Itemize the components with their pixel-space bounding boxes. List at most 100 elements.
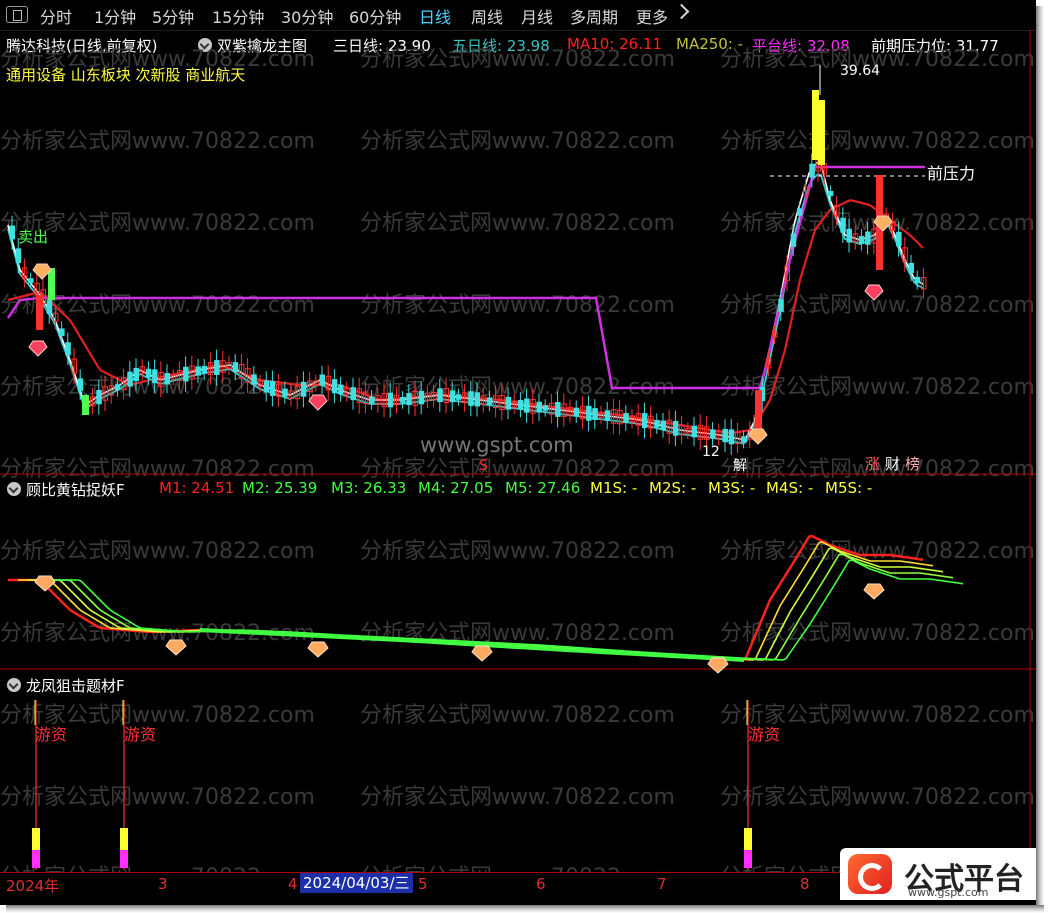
candle-body	[604, 410, 611, 421]
highlight-candle	[36, 295, 43, 330]
candle-body	[468, 391, 474, 406]
candle-body	[623, 413, 629, 423]
watermark-text: 分析家公式网www.70822.com	[360, 785, 675, 810]
candle-body	[331, 379, 338, 394]
badge-url: www.gspt.com	[908, 886, 989, 899]
candle-body	[114, 384, 121, 391]
diamond-icon	[307, 641, 329, 658]
candle-body	[672, 421, 679, 436]
candle-body	[536, 401, 542, 413]
chart-canvas[interactable]: 分析家公式网www.70822.com 分析家公式网www.70822.com 分析…	[0, 0, 1036, 872]
candle-body	[846, 228, 852, 243]
candle-body	[28, 278, 34, 284]
signal-bar-magenta	[744, 850, 752, 868]
signal-bar-yellow	[120, 828, 128, 850]
signal-bar-yellow	[744, 828, 752, 850]
frame-shadow	[6, 905, 1044, 913]
frame-shadow	[1036, 6, 1044, 909]
legend-m1: M1: 24.51	[159, 479, 235, 497]
legend-m3s: M3S: -	[708, 479, 756, 497]
candle-body	[449, 390, 456, 403]
panel3-menu-icon[interactable]	[7, 678, 21, 692]
candle-body	[486, 397, 493, 405]
watermark-text: 分析家公式网www.70822.com	[0, 539, 315, 564]
signal-bar-magenta	[120, 850, 128, 868]
legend-m2: M2: 25.39	[242, 479, 318, 497]
candle-body	[152, 369, 158, 384]
axis-month-label: 7	[657, 875, 667, 893]
diamond-icon	[28, 340, 48, 357]
sell-signal-label: 卖出	[18, 228, 48, 246]
candle-body	[474, 392, 480, 407]
candle-body	[722, 428, 728, 443]
candle-body	[195, 366, 201, 376]
candle-body	[858, 235, 865, 244]
diamond-icon	[471, 645, 493, 662]
legend-m4s: M4S: -	[766, 479, 814, 497]
cai-label: 财	[885, 455, 900, 473]
watermark-text: 分析家公式网www.70822.com	[0, 47, 315, 72]
candle-body	[406, 393, 412, 406]
signal-label: 游资	[124, 725, 156, 744]
watermark-text: 分析家公式网www.70822.com	[360, 865, 675, 872]
candle-body	[183, 366, 189, 382]
highlight-candle	[818, 100, 825, 165]
axis-month-label: 4	[288, 875, 298, 893]
candle-body	[660, 420, 666, 430]
candle-body	[908, 262, 914, 274]
candle-body	[400, 397, 406, 403]
candle-body	[269, 380, 276, 396]
watermark-text: 分析家公式网www.70822.com	[360, 211, 675, 236]
candle-body	[809, 163, 815, 178]
candle-body	[914, 276, 921, 284]
watermark-text: 分析家公式网www.70822.com	[0, 129, 315, 154]
candle-body	[654, 420, 660, 428]
signal-bar-yellow	[32, 828, 40, 850]
diamond-icon	[863, 583, 885, 600]
panel2-menu-icon[interactable]	[7, 482, 21, 496]
legend-m5: M5: 27.46	[505, 479, 581, 497]
candle-body	[214, 360, 220, 376]
candle-body	[455, 394, 462, 400]
zhang-label: 涨	[865, 455, 880, 473]
watermark-text: 分析家公式网www.70822.com	[0, 785, 315, 810]
gspt-logo-icon	[848, 854, 892, 894]
panel2-name[interactable]: 顾比黄钻捉妖F	[26, 479, 125, 500]
diamond-icon	[707, 657, 729, 674]
candle-body	[542, 405, 549, 411]
legend-m4: M4: 27.05	[418, 479, 494, 497]
candle-body	[524, 398, 530, 413]
watermark-text: 分析家公式网www.70822.com	[360, 703, 675, 728]
legend-m1s: M1S: -	[590, 479, 638, 497]
watermark-text: 分析家公式网www.70822.com	[360, 539, 675, 564]
legend-m5s: M5S: -	[825, 479, 873, 497]
candle-body	[350, 387, 356, 401]
panel3-name[interactable]: 龙凤狙击题材F	[26, 675, 125, 696]
candle-body	[505, 396, 511, 410]
diamond-icon	[34, 575, 56, 592]
axis-month-label: 3	[158, 875, 168, 893]
bang-label: 榜	[905, 455, 920, 473]
watermark-text: 分析家公式网www.70822.com	[720, 375, 1035, 400]
candle-body	[127, 371, 133, 387]
axis-year-label: 2024年	[6, 877, 60, 895]
candle-body	[827, 191, 834, 197]
candle-body	[896, 231, 902, 247]
candle-body	[263, 380, 270, 393]
candle-body	[778, 299, 784, 312]
low-price-label: 12	[702, 444, 720, 460]
candle-body	[691, 425, 697, 438]
candle-body	[77, 378, 84, 391]
candle-body	[201, 365, 208, 374]
candle-body	[133, 367, 139, 382]
candle-body	[437, 388, 443, 403]
s-marker: S	[479, 458, 488, 474]
chart-window: 分时 1分钟 5分钟 15分钟 30分钟 60分钟 日线 周线 月线 多周期 更…	[0, 0, 1036, 905]
candle-body	[586, 405, 592, 421]
signal-label: 游资	[748, 725, 780, 744]
candle-body	[387, 392, 394, 408]
diamond-icon	[308, 394, 328, 411]
candle-body	[641, 413, 648, 429]
selected-date: 2024/04/03/三	[300, 873, 413, 893]
candle-body	[369, 396, 375, 404]
